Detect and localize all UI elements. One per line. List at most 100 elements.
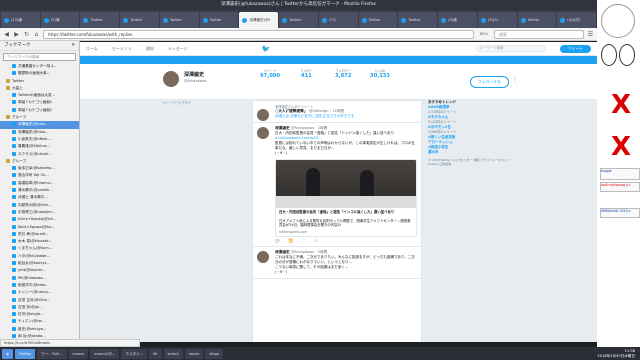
tweet-avatar[interactable]	[257, 250, 269, 263]
browser-tab[interactable]: Twitter	[358, 12, 398, 28]
url-bar[interactable]: https://twitter.com/fukazawas/with_repli…	[43, 29, 474, 39]
bookmark-item[interactable]: くまちゃん(@kum...	[0, 245, 79, 252]
bookmark-item[interactable]: Twitterの画面は大変...	[0, 92, 79, 99]
stat-followers[interactable]: フォロワー 3,872	[335, 68, 351, 79]
browser-tab[interactable]: (5)通	[40, 12, 80, 28]
browser-tab[interactable]: (4)大切	[557, 12, 597, 28]
bookmark-item[interactable]: 吉田 正弁(@t2ho...	[0, 297, 79, 304]
bookmark-item[interactable]: Pfi(@hirobass...	[0, 275, 79, 282]
browser-tab[interactable]: Twitter	[398, 12, 438, 28]
zoom-level[interactable]: 80%	[477, 31, 491, 38]
browser-tab[interactable]: Twitter	[517, 12, 557, 28]
twitter-bird-icon[interactable]: 🐦	[262, 45, 271, 53]
bookmark-item[interactable]: 深澤諭史(@fuka...	[0, 121, 79, 129]
bookmark-item[interactable]: ナンシー(@nancy...	[0, 289, 79, 296]
bookmark-item[interactable]: 弁護士 清水陽平...	[0, 194, 79, 201]
browser-tab[interactable]: (12)通	[1, 12, 40, 28]
footer-links[interactable]: © 2018 Twitter ヘルプセンター 規約 プライバシーポリシー Coo…	[428, 158, 518, 166]
taskbar-item[interactable]: ウー・Troll...	[37, 348, 67, 359]
browser-tab[interactable]: Twitter	[120, 12, 159, 28]
tweet-button[interactable]: ツイート	[559, 44, 591, 53]
bookmark-item[interactable]: 準組↑カテゴリ画面1	[0, 99, 79, 106]
bookmark-item[interactable]: 小倉秀夫(@hfbok...	[0, 136, 79, 143]
bookmark-item[interactable]: Ichiro Hiraoka(@ich...	[0, 216, 79, 223]
tweet-avatar[interactable]	[257, 109, 269, 121]
bookmark-item[interactable]: 清水陽平(@yoheik...	[0, 187, 79, 194]
browser-tab[interactable]: パス	[318, 12, 358, 28]
bookmark-item[interactable]: 中島博之(@nakajim...	[0, 209, 79, 216]
browser-tab[interactable]: Twitter	[80, 12, 120, 28]
taskbar-item[interactable]: ホスタジ...	[121, 348, 148, 359]
taskbar-item[interactable]: emacs2@...	[90, 348, 120, 359]
browser-tab[interactable]: Twitter	[159, 12, 199, 28]
stat-following[interactable]: フォロー 411	[300, 68, 313, 79]
bookmark-item[interactable]: 紅牙(@akgib...	[0, 311, 79, 318]
clock[interactable]: 11:38 2018年5月30日水曜日	[597, 349, 638, 358]
bookmark-item[interactable]: Twitter	[0, 78, 79, 85]
bookmark-item[interactable]: ティエン(@tw...	[0, 318, 79, 325]
avatar[interactable]	[162, 70, 180, 88]
start-menu-icon[interactable]: ◉	[2, 348, 14, 359]
stat-tweets[interactable]: ツイート 97,000	[260, 68, 280, 79]
bookmark-item[interactable]: ハタ(@kh2ewbe...	[0, 253, 79, 260]
bookmark-item[interactable]: 向原栄大郎(@mkt...	[0, 202, 79, 209]
trend-item[interactable]: 濃水平	[428, 150, 518, 155]
desktop-note[interactable]: sodi-myitpsnsg.x.f	[600, 182, 640, 192]
taskbar-item[interactable]: xeyes	[184, 348, 204, 359]
tweet-actions[interactable]: 💬 🔁 ♡ ✉	[275, 239, 417, 243]
bookmark-item[interactable]: 木木 菜(@kinasak...	[0, 238, 79, 245]
taskbar-item[interactable]: Firefox	[15, 348, 36, 359]
bookmark-item[interactable]: 高橋裕章(@hiromu...	[0, 180, 79, 187]
browser-tab[interactable]: 深澤諭史(@f	[239, 12, 279, 28]
tweet[interactable]: 深澤諭史 @fukazawas · 2時間 日大・内田前監督の会見「虚偽」と認定…	[253, 123, 421, 247]
browser-tab[interactable]: (5)通	[438, 12, 477, 28]
bookmark-item[interactable]: 新庄(@shinjyo...	[0, 326, 79, 333]
bookmark-item[interactable]: 雨宮洋平(@ame...	[0, 282, 79, 289]
forward-icon[interactable]: ▶	[13, 31, 20, 38]
taskbar-item[interactable]: xclock	[163, 348, 183, 359]
menu-icon[interactable]: ☰	[587, 31, 594, 38]
bookmark-item[interactable]: Koichi Egawa(@ko...	[0, 224, 79, 231]
bookmark-item[interactable]: 喜義達(@kfjkhus...	[0, 143, 79, 150]
browser-tab[interactable]: Twitter	[199, 12, 239, 28]
browser-tab[interactable]: Twitter	[279, 12, 318, 28]
bookmark-item[interactable]: ネクサス(@ukiuhi...	[0, 151, 79, 158]
bookmark-search-input[interactable]: ブックマークの検索	[3, 53, 76, 61]
nav-moments[interactable]: モーメント	[112, 46, 132, 52]
bookmark-item[interactable]: 吉田 奈(@jpl...	[0, 304, 79, 311]
search-input[interactable]: 検索	[494, 29, 584, 39]
reload-icon[interactable]: ↻	[23, 31, 30, 38]
desktop-note[interactable]: kaggle	[600, 168, 640, 180]
tweet[interactable]: 深澤諭史 @fukazawas · 2時間 これは本当に不満。二次元でありたい。…	[253, 247, 421, 279]
bookmark-item[interactable]: 履歴時の画面大事...	[0, 70, 79, 77]
desktop-note[interactable]: WWW/stab-2019.x	[600, 208, 640, 218]
tweet[interactable]: 深澤諭史さんがリツイート ○大人(「疲弊疲弊」 @hiktsdgn · 11時間…	[253, 101, 421, 123]
taskbar-item[interactable]: sfogo	[205, 348, 224, 359]
bookmark-item[interactable]: 落合洋司 Yoji Oc...	[0, 172, 79, 179]
bookmark-item[interactable]: 坂本正幸(@sakamo...	[0, 165, 79, 172]
tweet-avatar[interactable]	[257, 127, 269, 139]
bookmark-item[interactable]: 共通基盤センター前人...	[0, 63, 79, 70]
more-icon[interactable]: ⋮	[512, 76, 518, 83]
bookmark-item[interactable]: グループ	[0, 114, 79, 121]
nav-messages[interactable]: メッセージ	[168, 46, 188, 52]
back-icon[interactable]: ◀	[3, 31, 10, 38]
bookmark-item[interactable]: 荒井 孝(@iaraiit...	[0, 231, 79, 238]
bookmark-item[interactable]: グループ	[0, 158, 79, 165]
bookmark-item[interactable]: 準組↑カテゴリ画面2	[0, 107, 79, 114]
taskbar-item[interactable]: lfk	[149, 348, 162, 359]
bookmark-item[interactable]: 深澤諭史(@fuka...	[0, 129, 79, 136]
close-icon[interactable]: ✕	[71, 41, 75, 50]
link-card[interactable]: 日大・内田前監督の会見「虚偽」と認定「インコル強くした」違い並べあり 日大アメフ…	[275, 159, 417, 237]
home-icon[interactable]: ⌂	[33, 31, 40, 38]
nav-home[interactable]: ホーム	[86, 46, 98, 52]
twitter-search-input[interactable]: キーワード検索	[475, 45, 546, 52]
nav-notifications[interactable]: 通知	[146, 46, 154, 52]
browser-tab[interactable]: (3)(0)	[477, 12, 517, 28]
bookmark-item[interactable]: 紙谷太(@kamiyt...	[0, 260, 79, 267]
stat-likes[interactable]: いいね 30,133	[370, 68, 390, 79]
bookmark-item[interactable]: ymt(@loverm...	[0, 267, 79, 274]
bookmark-item[interactable]: 大量上	[0, 85, 79, 92]
follow-button[interactable]: フォローする	[470, 76, 509, 88]
taskbar-item[interactable]: emacs	[68, 348, 89, 359]
